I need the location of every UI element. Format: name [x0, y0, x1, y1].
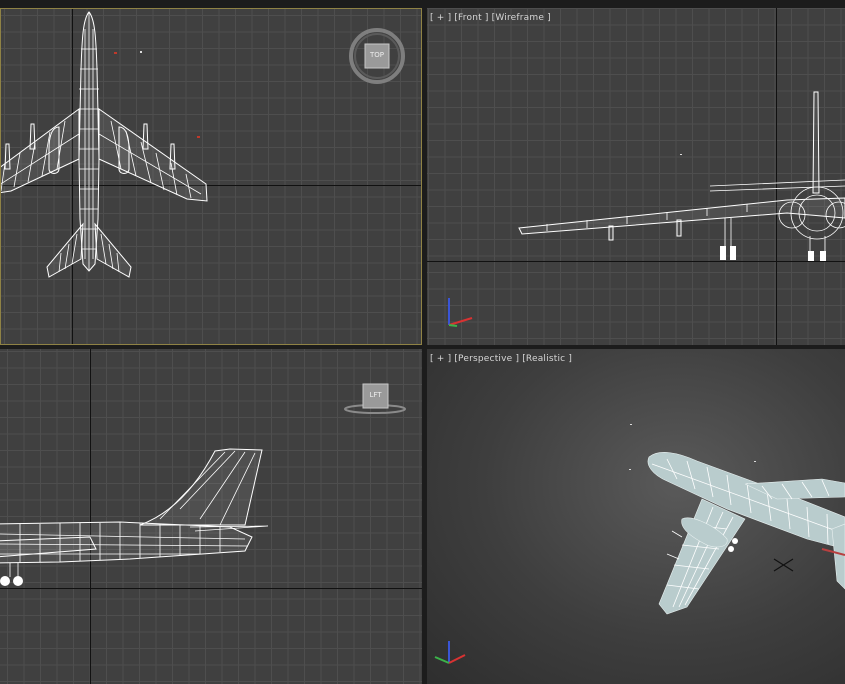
- viewcube[interactable]: [1, 9, 422, 345]
- viewport-front[interactable]: [ + ] [Front ] [Wireframe ]: [427, 8, 845, 345]
- viewport-top[interactable]: TOP: [0, 8, 422, 345]
- viewport-left[interactable]: LFT: [0, 349, 422, 684]
- viewcube-face-label: TOP: [369, 51, 384, 59]
- viewcube[interactable]: [0, 349, 422, 684]
- viewport-perspective[interactable]: [ + ] [Perspective ] [Realistic ]: [427, 349, 845, 684]
- viewcube-face-label: LFT: [369, 391, 382, 399]
- axis-gizmo: [448, 298, 473, 327]
- axis-gizmo: [434, 641, 466, 664]
